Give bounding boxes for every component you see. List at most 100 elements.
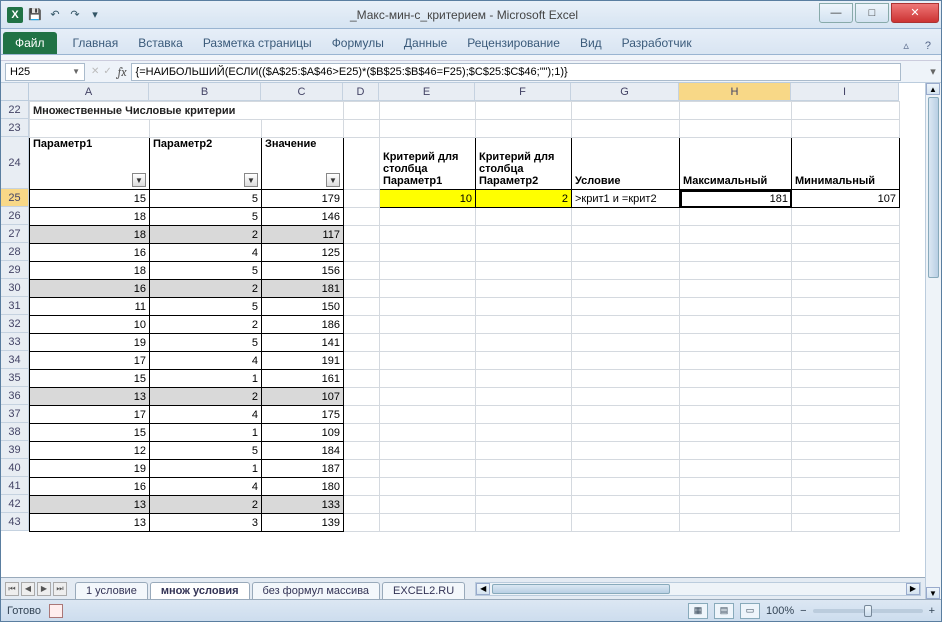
row-header[interactable]: 22 xyxy=(1,101,29,119)
cell[interactable]: 5 xyxy=(150,208,262,226)
cell[interactable] xyxy=(150,120,262,138)
row-header[interactable]: 38 xyxy=(1,423,29,441)
cell[interactable]: 11 xyxy=(30,298,150,316)
column-header[interactable]: B xyxy=(149,83,261,101)
cell[interactable] xyxy=(572,298,680,316)
cell[interactable] xyxy=(380,208,476,226)
ribbon-tab[interactable]: Вид xyxy=(570,32,612,54)
cell[interactable] xyxy=(344,460,380,478)
tab-nav-last-icon[interactable]: ⏭ xyxy=(53,582,67,596)
row-header[interactable]: 41 xyxy=(1,477,29,495)
cell[interactable] xyxy=(680,514,792,532)
cell[interactable] xyxy=(476,442,572,460)
cell[interactable]: 13 xyxy=(30,388,150,406)
cell[interactable]: 18 xyxy=(30,208,150,226)
row-header[interactable]: 36 xyxy=(1,387,29,405)
cell[interactable] xyxy=(344,102,380,120)
cell[interactable] xyxy=(792,244,900,262)
cell[interactable] xyxy=(792,226,900,244)
cell[interactable]: 141 xyxy=(262,334,344,352)
zoom-slider[interactable] xyxy=(813,609,923,613)
scroll-up-icon[interactable]: ▲ xyxy=(926,83,940,95)
cell[interactable]: >крит1 и =крит2 xyxy=(572,190,680,208)
cell[interactable] xyxy=(572,280,680,298)
ribbon-tab[interactable]: Формулы xyxy=(322,32,394,54)
cell[interactable] xyxy=(572,460,680,478)
cell[interactable] xyxy=(380,406,476,424)
cell[interactable]: 16 xyxy=(30,244,150,262)
cell[interactable]: 150 xyxy=(262,298,344,316)
cell[interactable] xyxy=(572,102,680,120)
cell[interactable] xyxy=(680,460,792,478)
zoom-out-icon[interactable]: − xyxy=(800,605,806,617)
cell[interactable] xyxy=(792,316,900,334)
column-header[interactable]: H xyxy=(679,83,791,101)
row-header[interactable]: 33 xyxy=(1,333,29,351)
cell[interactable] xyxy=(680,334,792,352)
cell[interactable] xyxy=(572,352,680,370)
cell[interactable]: 180 xyxy=(262,478,344,496)
cell[interactable]: 1 xyxy=(150,370,262,388)
cell[interactable] xyxy=(680,120,792,138)
cell[interactable] xyxy=(792,514,900,532)
row-header[interactable]: 34 xyxy=(1,351,29,369)
cell[interactable] xyxy=(476,208,572,226)
cell[interactable] xyxy=(476,388,572,406)
row-header[interactable]: 32 xyxy=(1,315,29,333)
cancel-formula-icon[interactable]: ✕ xyxy=(91,66,99,77)
cell[interactable]: 125 xyxy=(262,244,344,262)
column-header[interactable]: G xyxy=(571,83,679,101)
maximize-button[interactable]: □ xyxy=(855,3,889,23)
cell[interactable] xyxy=(680,208,792,226)
cell[interactable]: 18 xyxy=(30,262,150,280)
cell[interactable]: 2 xyxy=(150,388,262,406)
cell[interactable] xyxy=(572,334,680,352)
cell[interactable] xyxy=(380,102,476,120)
ribbon-tab[interactable]: Разметка страницы xyxy=(193,32,322,54)
cell[interactable] xyxy=(344,478,380,496)
qat-dropdown-icon[interactable]: ▾ xyxy=(87,7,103,23)
cell[interactable] xyxy=(344,424,380,442)
row-header[interactable]: 29 xyxy=(1,261,29,279)
row-header[interactable]: 26 xyxy=(1,207,29,225)
cell[interactable] xyxy=(476,280,572,298)
cell[interactable]: 3 xyxy=(150,514,262,532)
cell[interactable] xyxy=(572,370,680,388)
cell[interactable] xyxy=(680,478,792,496)
cell[interactable] xyxy=(344,190,380,208)
tab-nav-first-icon[interactable]: ⏮ xyxy=(5,582,19,596)
sheet-tab[interactable]: 1 условие xyxy=(75,582,148,599)
cell[interactable]: Параметр2▼ xyxy=(150,138,262,190)
cell[interactable] xyxy=(380,442,476,460)
cell[interactable] xyxy=(344,406,380,424)
cell[interactable]: 186 xyxy=(262,316,344,334)
cell[interactable] xyxy=(380,244,476,262)
row-header[interactable]: 24 xyxy=(1,137,29,189)
cell[interactable] xyxy=(792,460,900,478)
cell[interactable] xyxy=(680,496,792,514)
cell[interactable] xyxy=(572,388,680,406)
cell[interactable] xyxy=(344,138,380,190)
cell[interactable] xyxy=(380,496,476,514)
cell[interactable] xyxy=(792,352,900,370)
cell[interactable] xyxy=(680,316,792,334)
cell[interactable] xyxy=(344,370,380,388)
cell[interactable] xyxy=(476,496,572,514)
cell[interactable] xyxy=(792,280,900,298)
accept-formula-icon[interactable]: ✓ xyxy=(103,66,111,77)
cell[interactable]: 5 xyxy=(150,334,262,352)
file-tab[interactable]: Файл xyxy=(3,32,57,54)
cell[interactable] xyxy=(572,244,680,262)
minimize-button[interactable]: — xyxy=(819,3,853,23)
cell[interactable]: 107 xyxy=(792,190,900,208)
undo-icon[interactable]: ↶ xyxy=(47,7,63,23)
cell[interactable] xyxy=(792,102,900,120)
row-header[interactable]: 23 xyxy=(1,119,29,137)
cell[interactable] xyxy=(380,352,476,370)
cell[interactable]: 2 xyxy=(150,280,262,298)
column-header[interactable]: F xyxy=(475,83,571,101)
filter-dropdown-icon[interactable]: ▼ xyxy=(326,173,340,187)
column-header[interactable]: A xyxy=(29,83,149,101)
row-header[interactable]: 35 xyxy=(1,369,29,387)
cell[interactable] xyxy=(572,424,680,442)
